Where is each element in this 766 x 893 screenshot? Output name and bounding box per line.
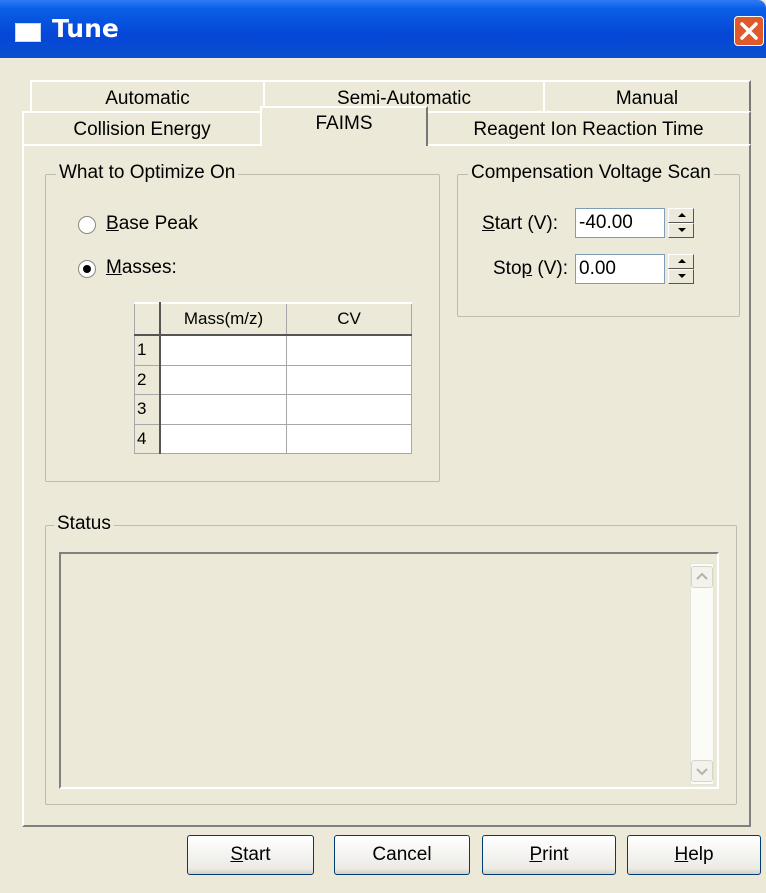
start-spin-down-button[interactable]	[668, 223, 694, 238]
masses-label-text: asses:	[121, 257, 177, 278]
table-row: 3	[134, 394, 412, 425]
help-button[interactable]: Help	[627, 835, 761, 875]
table-corner	[134, 302, 161, 336]
row-header[interactable]: 4	[134, 423, 161, 455]
status-scrollbar[interactable]	[690, 563, 714, 785]
scroll-up-button[interactable]	[691, 566, 713, 588]
print-button-accelerator: P	[529, 844, 543, 865]
cv-scan-group-label: Compensation Voltage Scan	[468, 162, 714, 184]
radio-selected-dot	[83, 265, 91, 273]
start-voltage-label: Start (V):	[482, 213, 558, 235]
title-bar[interactable]: Tune	[0, 0, 766, 58]
spin-down-icon	[678, 274, 686, 278]
masses-radio[interactable]	[78, 260, 96, 278]
tab-faims[interactable]: FAIMS	[260, 106, 428, 146]
tune-dialog: Tune Automatic Semi-Automatic Manual Col…	[0, 0, 766, 893]
cancel-button[interactable]: Cancel	[334, 835, 470, 875]
mass-cell[interactable]	[159, 364, 287, 396]
cv-scan-group: Compensation Voltage Scan	[457, 162, 740, 317]
cv-cell[interactable]	[286, 334, 412, 366]
spin-up-icon	[678, 213, 686, 217]
cv-cell[interactable]	[286, 423, 412, 455]
help-button-accelerator: H	[674, 844, 689, 865]
chevron-up-icon	[696, 572, 708, 580]
start-accelerator: S	[482, 213, 495, 234]
tab-collision-energy[interactable]: Collision Energy	[22, 111, 262, 145]
table-row: 4	[134, 423, 412, 455]
table-row: 1	[134, 334, 412, 366]
row-header[interactable]: 3	[134, 394, 161, 425]
close-button[interactable]	[734, 16, 764, 46]
tab-label: Manual	[615, 88, 679, 109]
tab-label: Automatic	[105, 88, 190, 109]
start-button[interactable]: Start	[187, 835, 314, 875]
start-voltage-input[interactable]: -40.00	[575, 208, 665, 238]
base-peak-label-text: ase Peak	[118, 213, 198, 234]
mass-cell[interactable]	[159, 394, 287, 425]
start-spin-up-button[interactable]	[668, 208, 694, 223]
start-label-text: tart (V):	[494, 213, 559, 234]
table-header-row: Mass(m/z) CV	[134, 302, 412, 336]
mass-cell[interactable]	[159, 423, 287, 455]
masses-table[interactable]: Mass(m/z) CV 1 2 3 4	[134, 302, 412, 455]
column-header-mass[interactable]: Mass(m/z)	[159, 302, 287, 336]
row-header[interactable]: 2	[134, 364, 161, 396]
masses-label[interactable]: Masses:	[106, 257, 177, 279]
cv-cell[interactable]	[286, 364, 412, 396]
window-title: Tune	[52, 14, 119, 43]
stop-voltage-label: Stop (V):	[493, 258, 568, 280]
stop-voltage-input[interactable]: 0.00	[575, 254, 665, 284]
optimize-group-label: What to Optimize On	[56, 162, 239, 184]
base-peak-accelerator: B	[106, 213, 119, 234]
masses-accelerator: M	[106, 257, 122, 278]
mass-cell[interactable]	[159, 334, 287, 366]
status-group-label: Status	[54, 513, 114, 535]
window-icon	[15, 23, 41, 42]
chevron-down-icon	[696, 768, 708, 776]
spin-down-icon	[678, 228, 686, 232]
stop-spin-down-button[interactable]	[668, 269, 694, 284]
base-peak-radio[interactable]	[78, 216, 96, 234]
tab-reagent-ion-reaction-time[interactable]: Reagent Ion Reaction Time	[426, 111, 751, 145]
cv-cell[interactable]	[286, 394, 412, 425]
help-button-label: elp	[688, 844, 714, 865]
start-button-label: tart	[243, 844, 271, 865]
print-button[interactable]: Print	[482, 835, 616, 875]
close-icon	[740, 22, 758, 40]
row-header[interactable]: 1	[134, 334, 161, 366]
print-button-label: rint	[542, 844, 569, 865]
column-header-cv[interactable]: CV	[286, 302, 412, 336]
tab-label: Collision Energy	[73, 119, 211, 140]
cancel-button-label: Cancel	[372, 844, 432, 865]
stop-label-before: Sto	[493, 258, 522, 279]
scroll-down-button[interactable]	[691, 760, 713, 782]
tab-label: FAIMS	[315, 113, 373, 134]
tab-label: Reagent Ion Reaction Time	[473, 119, 704, 140]
base-peak-label[interactable]: Base Peak	[106, 213, 198, 235]
stop-spin-up-button[interactable]	[668, 254, 694, 269]
stop-accelerator: p	[521, 258, 533, 279]
spin-up-icon	[678, 259, 686, 263]
status-text-area[interactable]	[59, 552, 719, 789]
table-row: 2	[134, 364, 412, 396]
stop-label-after: (V):	[532, 258, 568, 279]
start-button-accelerator: S	[230, 844, 244, 865]
